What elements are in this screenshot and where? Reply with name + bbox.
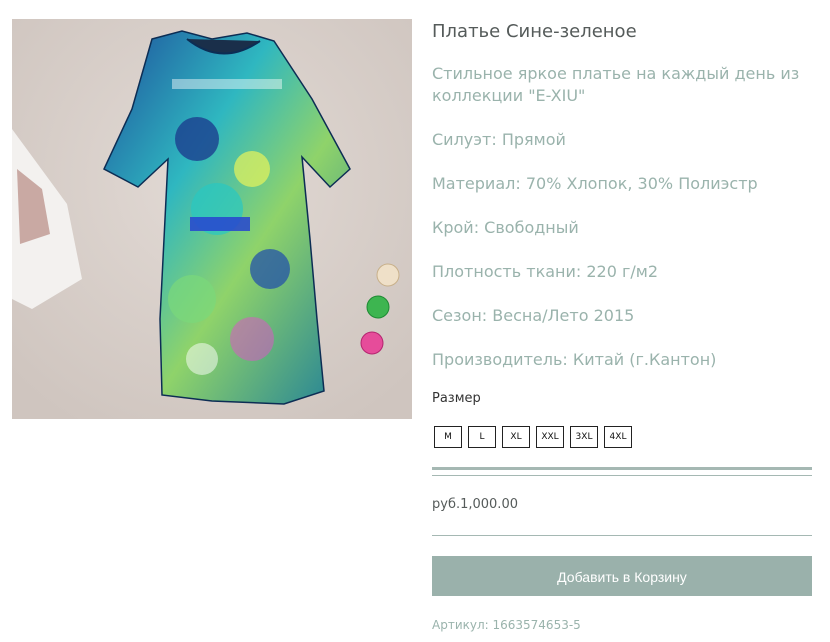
product-sku: Артикул: 1663574653-5 <box>432 618 581 632</box>
size-option-xxl[interactable]: XXL <box>536 426 564 448</box>
size-option-4xl[interactable]: 4XL <box>604 426 632 448</box>
product-price: руб.1,000.00 <box>432 497 518 512</box>
divider <box>432 475 812 476</box>
size-option-l[interactable]: L <box>468 426 496 448</box>
size-selector: M L XL XXL 3XL 4XL <box>434 426 632 448</box>
size-label: Размер <box>432 391 481 406</box>
spec-material: Материал: 70% Хлопок, 30% Полиэстр <box>432 174 758 193</box>
spec-cut: Крой: Свободный <box>432 218 579 237</box>
product-image[interactable] <box>12 19 412 419</box>
product-title: Платье Сине-зеленое <box>432 21 637 42</box>
add-to-cart-button[interactable]: Добавить в Корзину <box>432 556 812 596</box>
divider <box>432 467 812 470</box>
size-option-3xl[interactable]: 3XL <box>570 426 598 448</box>
spec-season: Сезон: Весна/Лето 2015 <box>432 306 635 325</box>
spec-manufacturer: Производитель: Китай (г.Кантон) <box>432 350 717 369</box>
spec-silhouette: Силуэт: Прямой <box>432 130 566 149</box>
product-description: Стильное яркое платье на каждый день из … <box>432 64 800 105</box>
size-option-m[interactable]: M <box>434 426 462 448</box>
size-option-xl[interactable]: XL <box>502 426 530 448</box>
spec-fabric-density: Плотность ткани: 220 г/м2 <box>432 262 659 281</box>
dress-image-illustration <box>12 19 412 419</box>
divider <box>432 535 812 536</box>
